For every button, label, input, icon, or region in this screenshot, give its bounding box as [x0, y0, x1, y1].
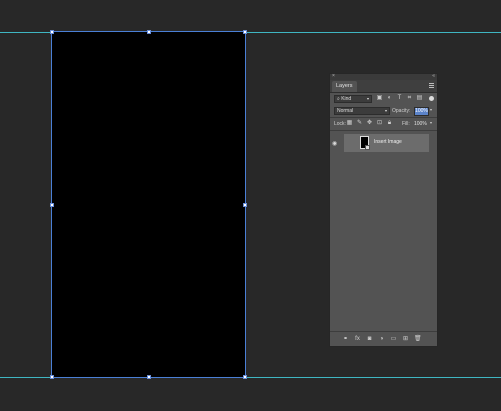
close-panel-icon[interactable]: ×	[332, 73, 335, 79]
handle-bottom-right[interactable]	[243, 375, 247, 379]
handle-top-middle[interactable]	[147, 30, 151, 34]
collapse-panel-icon[interactable]: «	[432, 73, 435, 79]
chevron-down-icon: ▾	[384, 108, 387, 113]
adjustment-filter-icon[interactable]: ◐	[386, 95, 393, 102]
layer-thumbnail	[360, 136, 370, 150]
lock-all-icon[interactable]: 🔒︎	[386, 120, 393, 127]
panel-bottom-toolbar: ⚭ fx ◙ ◑ ▭ ⊞ 🗑︎	[330, 331, 437, 346]
trash-icon[interactable]: 🗑︎	[414, 335, 422, 343]
panel-tab-bar: Layers	[330, 80, 437, 93]
new-group-folder-icon[interactable]: ▭	[390, 335, 397, 343]
lock-brush-icon[interactable]: ✎	[356, 120, 363, 127]
link-layers-icon[interactable]: ⚭	[342, 335, 349, 343]
layer-filter-row: ⌕ Kind ▾ ▣ ◐ T ⌗ ▤	[330, 93, 437, 105]
handle-top-left[interactable]	[50, 30, 54, 34]
handle-middle-right[interactable]	[243, 203, 247, 207]
lock-transparent-icon[interactable]: ▦	[346, 120, 353, 127]
visibility-eye-icon[interactable]: ◉	[332, 140, 337, 147]
opacity-input[interactable]: 100%	[414, 107, 429, 116]
handle-middle-left[interactable]	[50, 203, 54, 207]
handle-bottom-middle[interactable]	[147, 375, 151, 379]
shape-filter-icon[interactable]: ⌗	[406, 95, 413, 102]
artboard-black-shape[interactable]	[51, 31, 246, 378]
tab-layers[interactable]: Layers	[332, 81, 357, 92]
opacity-label: Opacity:	[392, 108, 411, 114]
filter-toggle-icon[interactable]	[429, 96, 434, 101]
panel-menu-icon[interactable]	[429, 83, 434, 88]
blend-mode-select[interactable]: Normal ▾	[334, 107, 390, 115]
lock-label: Lock:	[334, 121, 346, 127]
fx-icon[interactable]: fx	[354, 335, 361, 343]
chevron-down-icon: ▾	[366, 96, 369, 101]
handle-bottom-left[interactable]	[50, 375, 54, 379]
kind-filter-label: Kind	[341, 96, 352, 102]
lock-row: Lock: ▦ ✎ ✥ ⊡ 🔒︎ Fill: 100% ▾	[330, 118, 437, 130]
blend-mode-value: Normal	[337, 108, 354, 114]
blend-row: Normal ▾ Opacity: 100% ▾	[330, 105, 437, 117]
search-icon: ⌕	[337, 96, 340, 102]
smart-object-badge-icon	[365, 145, 370, 150]
guide-line-bottom[interactable]	[0, 377, 501, 378]
add-mask-icon[interactable]: ◙	[366, 335, 373, 343]
new-layer-icon[interactable]: ⊞	[402, 335, 409, 343]
fill-chevron-icon[interactable]: ▾	[430, 120, 432, 125]
kind-filter-select[interactable]: ⌕ Kind ▾	[334, 95, 372, 103]
fill-label: Fill:	[402, 121, 410, 127]
adjustment-layer-icon[interactable]: ◑	[378, 335, 385, 343]
divider	[330, 130, 437, 131]
layer-name: Insert Image	[374, 139, 402, 145]
lock-move-icon[interactable]: ✥	[366, 120, 373, 127]
layer-row-insert-image[interactable]: Insert Image	[344, 134, 429, 152]
image-filter-icon[interactable]: ▣	[376, 95, 383, 102]
smart-object-filter-icon[interactable]: ▤	[416, 95, 423, 102]
lock-artboard-icon[interactable]: ⊡	[376, 120, 383, 127]
fill-input[interactable]: 100%	[414, 121, 427, 127]
opacity-chevron-icon[interactable]: ▾	[430, 107, 432, 112]
layers-panel: × « Layers ⌕ Kind ▾ ▣ ◐ T ⌗ ▤ Normal ▾ Opaci…	[329, 73, 438, 347]
type-filter-icon[interactable]: T	[396, 95, 403, 102]
handle-top-right[interactable]	[243, 30, 247, 34]
